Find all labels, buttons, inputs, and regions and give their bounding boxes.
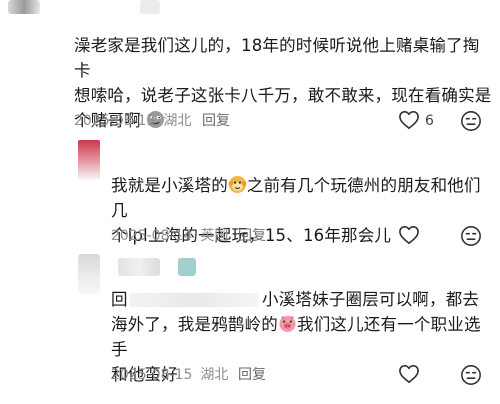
reply-button[interactable]: 回复 [202,112,230,130]
avatar[interactable] [78,254,100,294]
unhappy-face-icon[interactable] [460,110,482,132]
comment-location: 湖北 [163,113,192,129]
comment-line: 海外了，我是鸦鹊岭的 我们这儿还有一个职业选手 [111,314,481,359]
badge-fragment [178,258,196,276]
username-fragment[interactable] [140,0,160,14]
comment-line: 我就是小溪塔的 之前有几个玩德州的朋友和他们几 [111,175,481,220]
comment-line: 小溪塔妹子圈层可以啊，都去 [262,290,480,309]
reply-button[interactable]: 回复 [238,366,266,384]
heart-outline-icon[interactable] [398,110,420,130]
comment-line: 想嗦哈，说老子这张卡八千万，敢不敢来，现在看确实是 [74,86,492,105]
comment-meta: 2025-08-13 湖北 [74,112,191,130]
comment-meta: 2025-08-14 英国 [111,227,228,245]
unhappy-face-icon[interactable] [460,225,482,247]
username-fragment[interactable] [118,258,160,276]
avatar[interactable] [78,140,100,180]
reply-button[interactable]: 回复 [238,227,266,245]
avatar-fragment[interactable] [8,0,40,14]
comment-location: 英国 [200,228,229,244]
comment-meta: 2025-08-15 湖北 [111,366,228,384]
comment-date: 2025-08-13 [74,113,156,129]
heart-outline-icon[interactable] [398,364,420,384]
unhappy-face-icon[interactable] [460,364,482,386]
monkey-emoji-icon [228,175,247,194]
comment-location: 湖北 [200,367,229,383]
comment-date: 2025-08-14 [111,228,193,244]
comment-line: 澡老家是我们这儿的，18年的时候听说他上赌桌输了掏卡 [74,36,480,80]
comment-date: 2025-08-15 [111,367,193,383]
like-count: 6 [425,113,434,129]
heart-outline-icon[interactable] [398,225,420,245]
pig-emoji-icon [278,314,297,333]
